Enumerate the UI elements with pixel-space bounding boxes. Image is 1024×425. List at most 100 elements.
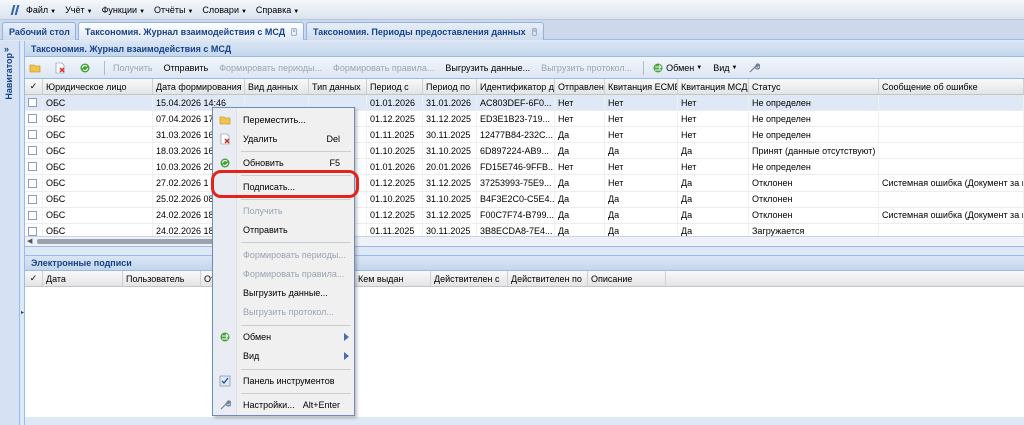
menu-accounting[interactable]: Учёт ▼ (65, 5, 93, 15)
table-cell: Нет (605, 95, 678, 111)
table-cell: Да (678, 143, 749, 159)
menu-toolbar-panel[interactable]: Панель инструментов (213, 371, 354, 391)
menu-delete[interactable]: Удалить Del (213, 129, 354, 149)
view-button[interactable]: Вид ▼ (713, 63, 737, 73)
row-checkbox[interactable] (28, 98, 37, 108)
table-cell: 31.10.2025 (423, 191, 477, 207)
table-cell: Не определен (749, 127, 879, 143)
column-header[interactable]: Юридическое лицо (43, 79, 153, 94)
menu-view[interactable]: Вид (213, 346, 354, 366)
menu-get[interactable]: Получить (213, 201, 354, 221)
column-header[interactable]: Квитанция МСД (678, 79, 749, 94)
get-button[interactable]: Получить (113, 63, 153, 73)
menu-sign[interactable]: Подписать... (213, 177, 354, 197)
column-header[interactable]: Дата (43, 271, 123, 286)
column-header[interactable]: Отправлен (555, 79, 605, 94)
table-cell: Системная ошибка (Документ за п (879, 175, 1024, 191)
menu-dictionaries[interactable]: Словари ▼ (202, 5, 247, 15)
menu-export-protocol[interactable]: Выгрузить протокол... (213, 302, 354, 322)
row-checkbox[interactable] (28, 130, 37, 140)
menu-export-data[interactable]: Выгрузить данные... (213, 283, 354, 303)
tab-taxonomy-journal[interactable]: Таксономия. Журнал взаимодействия с МСД × (78, 22, 304, 40)
close-tab-icon[interactable]: × (531, 27, 538, 36)
table-cell: Да (678, 207, 749, 223)
column-header[interactable]: Кем выдан (355, 271, 431, 286)
form-rules-button[interactable]: Формировать правила... (333, 63, 434, 73)
column-header[interactable]: Статус (749, 79, 879, 94)
menu-move[interactable]: Переместить... (213, 110, 354, 130)
select-all-checkmark-icon[interactable]: ✓ (25, 79, 43, 94)
navigator-strip[interactable]: » Навигатор (0, 41, 20, 425)
menu-functions[interactable]: Функции ▼ (102, 5, 145, 15)
table-cell: 01.12.2025 (367, 175, 423, 191)
exchange-button[interactable]: Обмен ▼ (652, 62, 702, 74)
column-header[interactable]: Квитанция ЕСМВ (605, 79, 678, 94)
table-cell: Нет (555, 111, 605, 127)
column-header[interactable]: Дата формирования (153, 79, 245, 94)
menu-refresh[interactable]: Обновить F5 (213, 153, 354, 173)
column-header[interactable]: Идентификатор до (477, 79, 555, 94)
delete-button[interactable] (54, 62, 68, 74)
horizontal-scrollbar[interactable]: ◀ (25, 236, 1024, 246)
table-row[interactable]: ОБС 07.04.2026 17 01.12.2025 31.12.2025 ED3E… (25, 111, 1024, 128)
row-checkbox[interactable] (28, 178, 37, 188)
table-cell: 01.11.2025 (367, 127, 423, 143)
table-row[interactable]: ОБС 18.03.2026 16 01.10.2025 31.10.2025 6D89… (25, 143, 1024, 160)
folder-icon (29, 64, 41, 72)
menu-form-periods[interactable]: Формировать периоды... (213, 245, 354, 265)
splitter-arrow-icon[interactable]: ▸ (21, 309, 24, 316)
exchange-icon (220, 332, 230, 342)
table-row[interactable]: ОБС 15.04.2026 14:46 01.01.2026 31.01.2026 A… (25, 95, 1024, 112)
tab-desktop[interactable]: Рабочий стол (2, 22, 76, 40)
table-row[interactable]: ОБС 24.02.2026 18 01.12.2025 31.12.2025 F00C… (25, 207, 1024, 224)
close-tab-icon[interactable]: × (291, 27, 297, 36)
column-header[interactable]: Период с (367, 79, 423, 94)
column-header[interactable]: Сообщение об ошибке (879, 79, 1024, 94)
send-button[interactable]: Отправить (164, 63, 209, 73)
tab-bar: Рабочий стол Таксономия. Журнал взаимоде… (0, 20, 1024, 40)
menu-send[interactable]: Отправить (213, 220, 354, 240)
context-menu: Переместить... Удалить Del Обновить F5 П… (212, 107, 355, 416)
export-data-button[interactable]: Выгрузить данные... (445, 63, 530, 73)
table-cell: Да (555, 127, 605, 143)
menu-settings[interactable]: Настройки... Alt+Enter (213, 395, 354, 415)
table-row[interactable]: ОБС 10.03.2026 20 01.01.2026 20.01.2026 FD15… (25, 159, 1024, 176)
column-header[interactable]: Тип данных (309, 79, 367, 94)
table-cell (879, 95, 1024, 111)
row-checkbox[interactable] (28, 194, 37, 204)
table-cell: Системная ошибка (Документ за п (879, 207, 1024, 223)
row-checkbox[interactable] (28, 210, 37, 220)
menu-help[interactable]: Справка ▼ (256, 5, 299, 15)
column-header[interactable]: Действителен по (508, 271, 588, 286)
table-cell: ОБС (43, 127, 153, 143)
row-checkbox[interactable] (28, 146, 37, 156)
tab-taxonomy-periods[interactable]: Таксономия. Периоды предоставления данны… (306, 22, 544, 40)
menu-separator (241, 369, 351, 370)
column-header[interactable]: Действителен с (431, 271, 508, 286)
refresh-button[interactable] (79, 62, 93, 74)
column-header[interactable]: Вид данных (245, 79, 309, 94)
menu-file[interactable]: Файл ▼ (26, 5, 56, 15)
table-row[interactable]: ОБС 25.02.2026 08 01.10.2025 31.10.2025 B4F3… (25, 191, 1024, 208)
select-all-checkmark-icon[interactable]: ✓ (25, 271, 43, 286)
menu-exchange[interactable]: Обмен (213, 327, 354, 347)
column-header[interactable]: Период по (423, 79, 477, 94)
toolbar-separator (104, 60, 105, 75)
row-checkbox[interactable] (28, 114, 37, 124)
scroll-left-icon[interactable]: ◀ (27, 237, 32, 245)
table-row[interactable]: ОБС 27.02.2026 1 01.12.2025 31.12.2025 37253… (25, 175, 1024, 192)
open-folder-button[interactable] (29, 62, 43, 74)
column-header[interactable]: Описание (588, 271, 666, 286)
table-cell: Нет (605, 159, 678, 175)
settings-button[interactable] (748, 62, 762, 74)
row-checkbox[interactable] (28, 162, 37, 172)
menu-reports[interactable]: Отчёты ▼ (154, 5, 193, 15)
table-cell: FD15E746-9FFB... (477, 159, 555, 175)
menu-form-rules[interactable]: Формировать правила... (213, 264, 354, 284)
export-protocol-button[interactable]: Выгрузить протокол... (541, 63, 632, 73)
form-periods-button[interactable]: Формировать периоды... (219, 63, 322, 73)
row-checkbox[interactable] (28, 226, 37, 236)
table-row[interactable]: ОБС 31.03.2026 16 01.11.2025 30.11.2025 1247… (25, 127, 1024, 144)
table-cell (879, 143, 1024, 159)
column-header[interactable]: Пользователь (123, 271, 201, 286)
